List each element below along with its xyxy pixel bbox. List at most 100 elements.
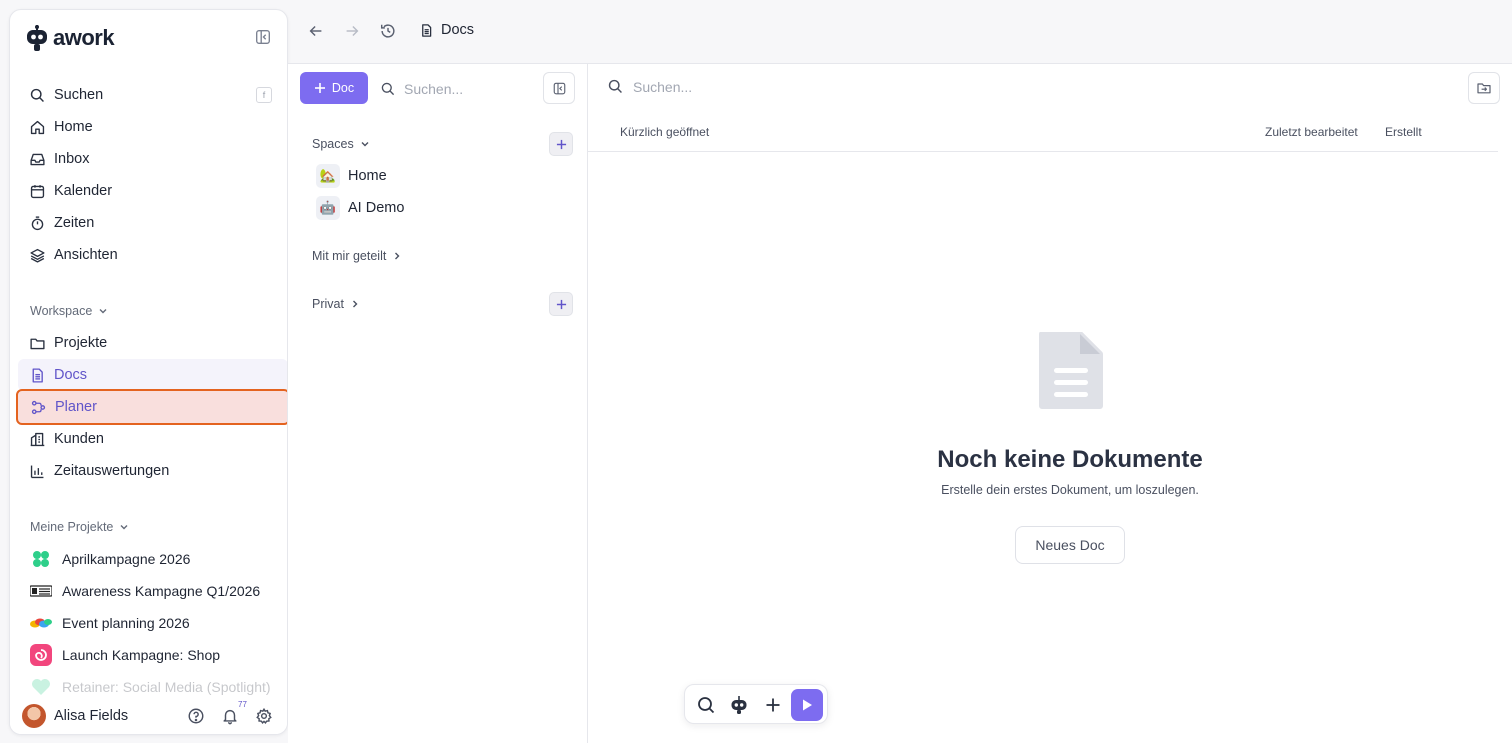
sidebar-item-search[interactable]: Suchen f [18,79,287,111]
docs-panel-search [380,78,530,100]
shared-section-toggle[interactable]: Mit mir geteilt [312,249,402,263]
rainbow-project-icon [30,612,52,634]
project-label: Aprilkampagne 2026 [62,551,191,567]
plus-icon[interactable] [763,695,783,715]
chevron-down-icon [120,525,128,530]
section-title: Mit mir geteilt [312,249,387,263]
ai-assistant-icon[interactable] [729,695,749,715]
add-private-doc-button[interactable] [549,292,573,316]
add-space-button[interactable] [549,132,573,156]
document-icon [32,367,43,383]
empty-state-subtitle: Erstelle dein erstes Dokument, um loszul… [941,483,1199,497]
spaces-section-toggle[interactable]: Spaces [312,137,370,151]
sidebar-item-clients[interactable]: Kunden [18,423,287,455]
column-header-edited[interactable]: Zuletzt bearbeitet [1265,125,1358,139]
sidebar-item-docs[interactable]: Docs [18,359,287,391]
home-icon [30,120,45,134]
back-arrow-icon[interactable] [307,22,325,40]
project-label: Awareness Kampagne Q1/2026 [62,583,261,599]
section-title: Privat [312,297,344,311]
breadcrumb: Docs [419,22,474,38]
sidebar-item-calendar[interactable]: Kalender [18,175,287,207]
space-item-home[interactable]: 🏡 Home [316,163,387,189]
sidebar: awork Suchen f Home Inbox Kalender Zeite… [9,9,288,735]
user-name[interactable]: Alisa Fields [54,708,128,724]
content-area [288,64,1512,743]
awork-logo[interactable]: awork [25,25,115,51]
main-search-input[interactable] [633,78,1033,95]
my-projects-section-toggle[interactable]: Meine Projekte [30,520,129,534]
sidebar-item-views[interactable]: Ansichten [18,239,287,271]
clover-project-icon [30,548,52,570]
play-icon [803,699,812,711]
building-icon [30,432,45,446]
sidebar-collapse-icon[interactable] [254,28,274,48]
help-icon[interactable] [187,707,205,725]
avatar[interactable] [22,704,46,728]
space-label: Home [348,168,387,184]
new-doc-label: Doc [331,81,355,95]
bell-icon[interactable] [221,707,239,725]
divider [587,64,588,743]
sidebar-item-label: Zeitauswertungen [54,463,170,479]
move-to-folder-button[interactable] [1468,72,1500,104]
sidebar-item-label: Home [54,119,93,135]
new-doc-button[interactable]: Doc [300,72,368,104]
history-icon[interactable] [379,22,397,40]
sidebar-item-label: Zeiten [54,215,95,231]
document-icon [422,23,432,37]
project-label: Event planning 2026 [62,615,190,631]
panel-collapse-button[interactable] [543,72,575,104]
space-item-ai-demo[interactable]: 🤖 AI Demo [316,195,404,221]
heart-project-icon [30,676,52,698]
docs-search-input[interactable] [404,81,514,97]
sidebar-item-home[interactable]: Home [18,111,287,143]
space-label: AI Demo [348,200,405,216]
folder-icon [30,338,45,349]
sidebar-item-inbox[interactable]: Inbox [18,143,287,175]
forward-arrow-icon[interactable] [343,22,361,40]
brand-name: awork [53,25,115,50]
workspace-section-toggle[interactable]: Workspace [30,304,108,318]
sidebar-item-label: Planer [55,399,97,415]
sidebar-item-times[interactable]: Zeiten [18,207,287,239]
section-title: Meine Projekte [30,520,114,534]
private-section-toggle[interactable]: Privat [312,297,360,311]
user-bar: Alisa Fields 77 [10,696,287,734]
sidebar-item-label: Kalender [54,183,113,199]
shortcut-badge: f [256,87,272,103]
space-emoji: 🏡 [316,164,340,188]
plus-icon [556,299,566,309]
plus-icon [556,139,566,149]
gear-icon[interactable] [255,707,273,725]
search-icon [30,88,44,102]
sidebar-item-label: Inbox [54,151,90,167]
new-doc-empty-button[interactable]: Neues Doc [1015,526,1125,564]
project-item[interactable]: Awareness Kampagne Q1/2026 [30,577,260,605]
empty-document-icon [1036,332,1104,410]
sidebar-item-label: Projekte [54,335,108,351]
empty-state-title: Noch keine Dokumente [937,446,1203,473]
chevron-down-icon [361,142,369,147]
column-header-recent[interactable]: Kürzlich geöffnet [620,125,709,139]
search-icon [608,79,622,93]
sidebar-item-planner[interactable]: Planer [16,389,287,425]
sidebar-item-label: Suchen [54,87,104,103]
sidebar-item-label: Ansichten [54,247,118,263]
sidebar-item-time-reports[interactable]: Zeitauswertungen [18,455,287,487]
start-timer-button[interactable] [791,689,823,721]
calendar-icon [30,184,45,198]
search-icon[interactable] [696,695,716,715]
search-icon [381,82,395,96]
folder-move-icon [1477,83,1491,94]
bar-chart-icon [30,465,44,478]
project-item[interactable]: Event planning 2026 [30,609,190,637]
project-item[interactable]: Launch Kampagne: Shop [30,641,220,669]
sidebar-item-projects[interactable]: Projekte [18,327,287,359]
space-emoji: 🤖 [316,196,340,220]
column-header-created[interactable]: Erstellt [1385,125,1422,139]
project-item[interactable]: Aprilkampagne 2026 [30,545,190,573]
section-title: Spaces [312,137,354,151]
project-label: Launch Kampagne: Shop [62,647,221,663]
divider [288,63,1512,64]
